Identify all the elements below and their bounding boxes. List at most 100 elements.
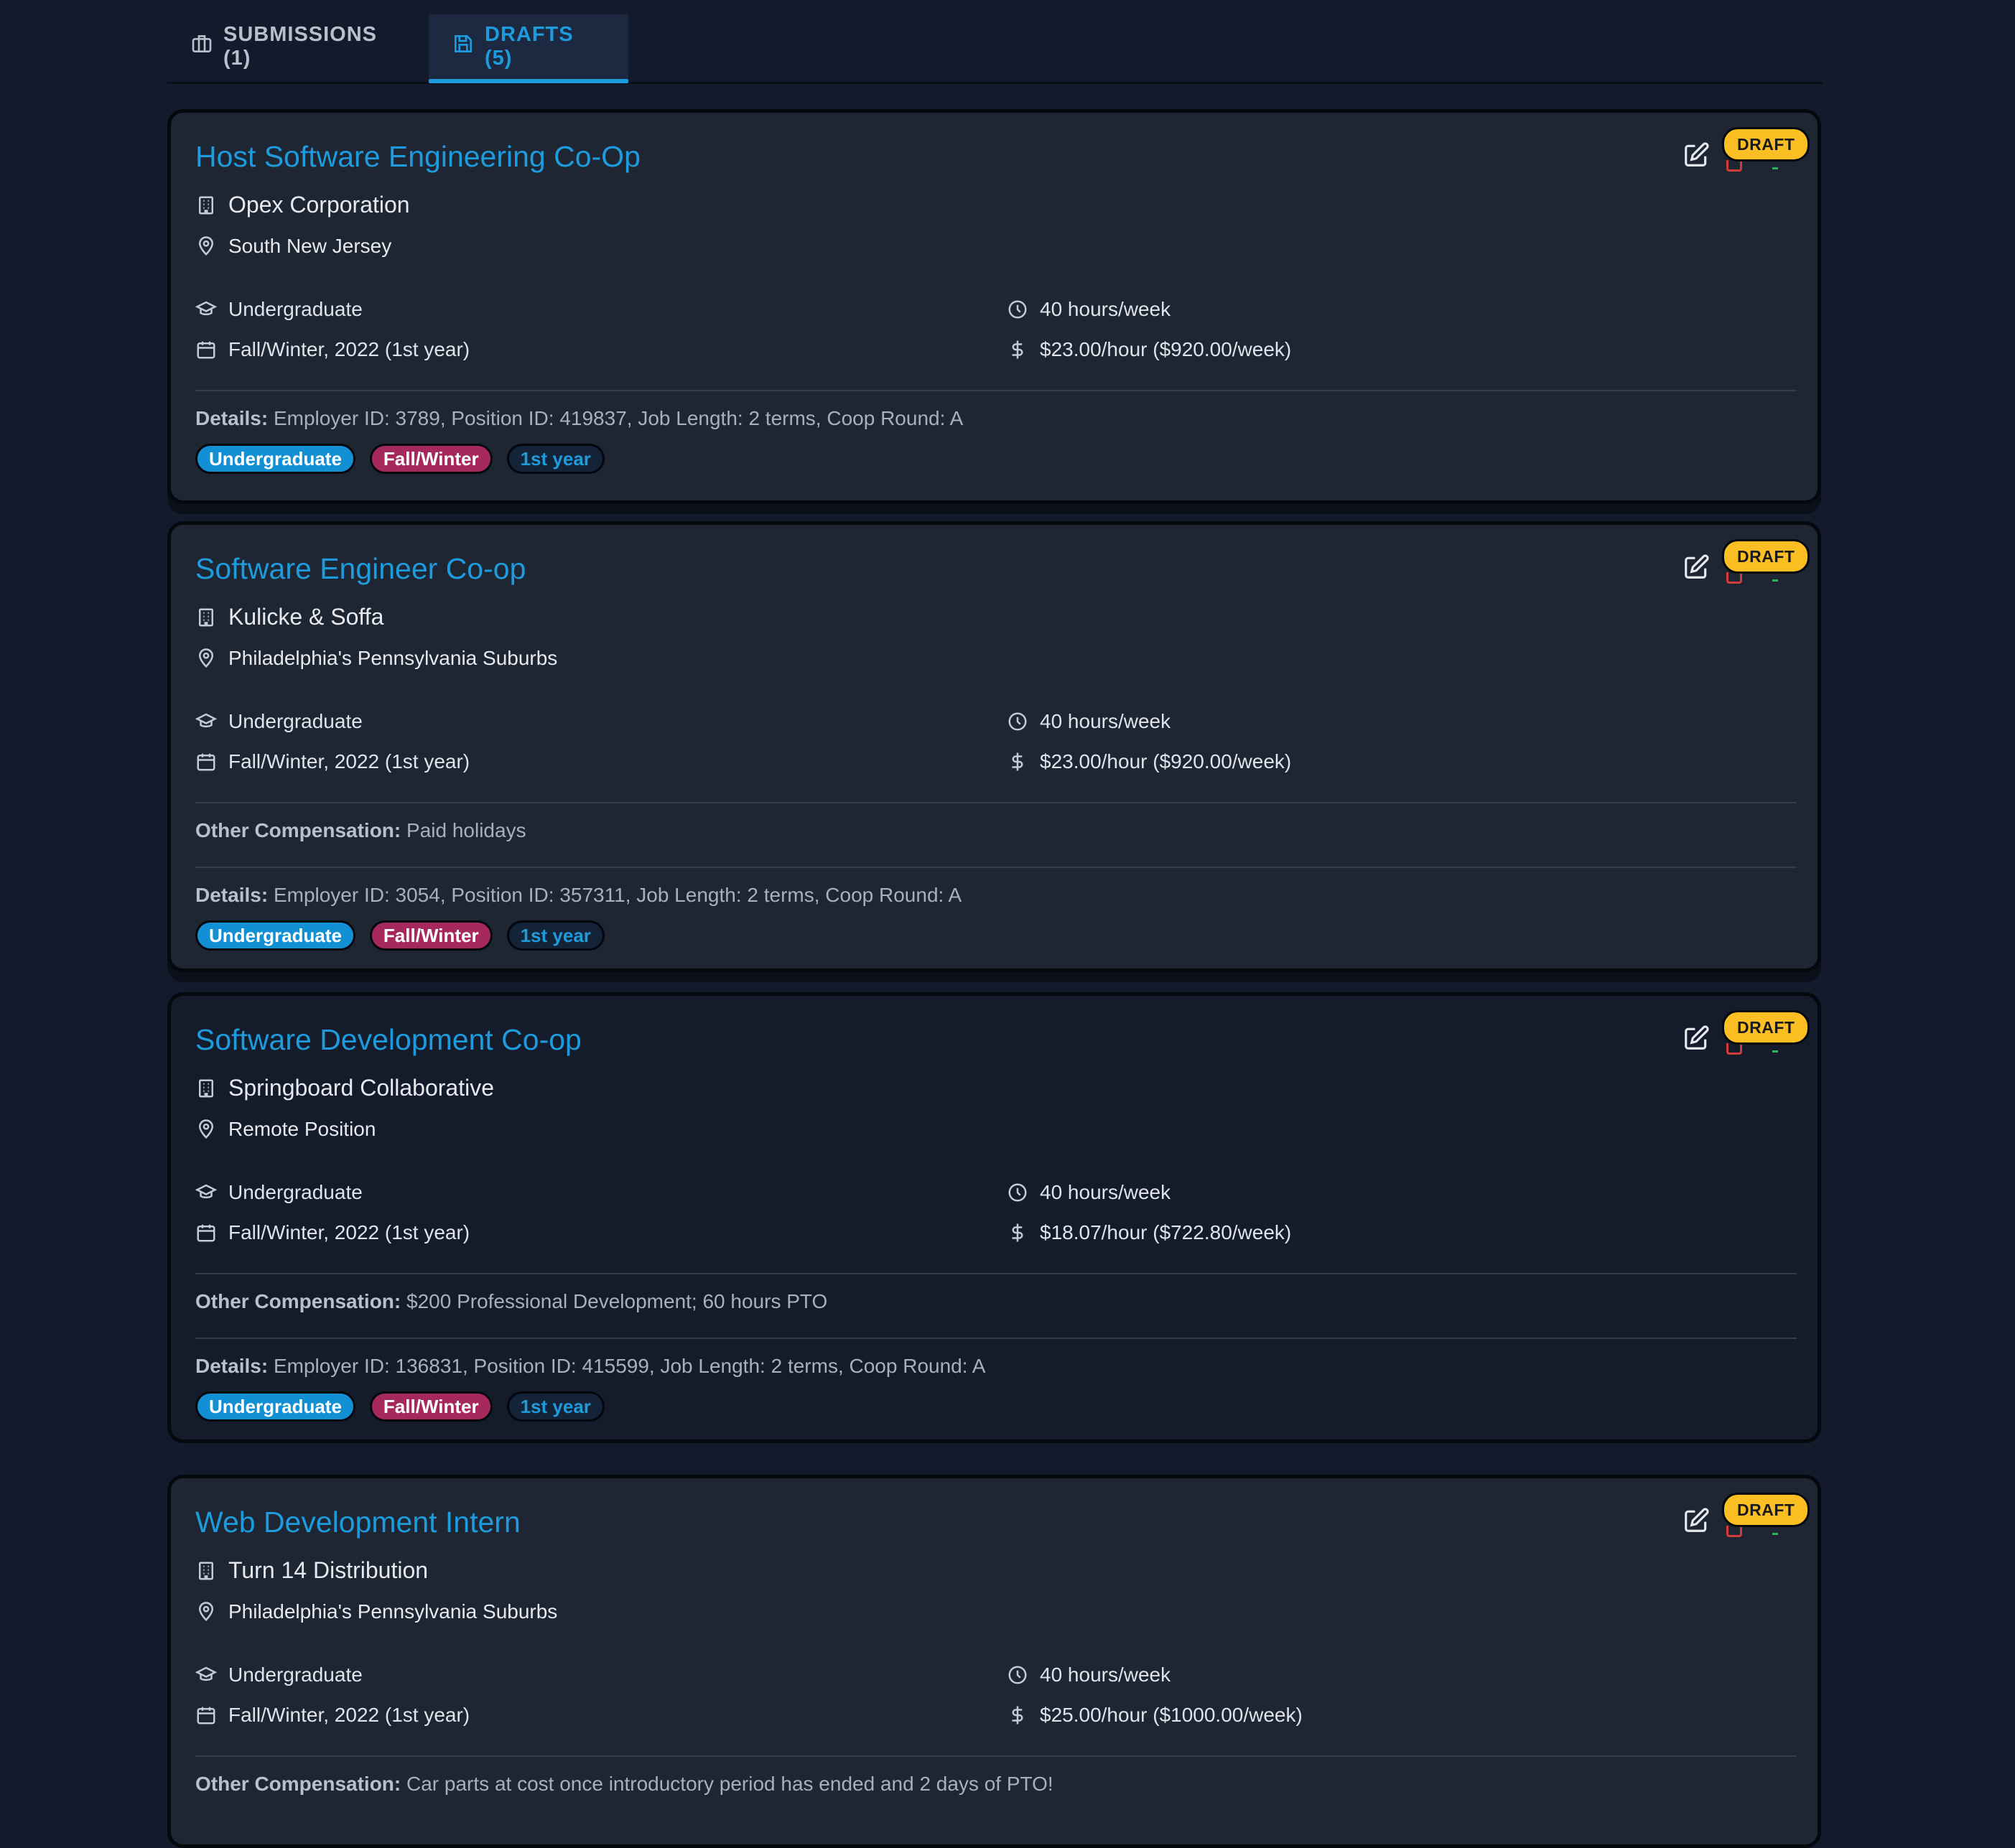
- hours-text: 40 hours/week: [1040, 298, 1171, 320]
- edit-icon[interactable]: [1683, 1025, 1710, 1052]
- tab-drafts-label: DRAFTS (5): [485, 23, 574, 70]
- other-value: $200 Professional Development; 60 hours …: [406, 1290, 828, 1312]
- tag-year: 1st year: [506, 920, 605, 951]
- level-row: Undergraduate: [195, 298, 363, 321]
- map-pin-icon: [198, 648, 214, 668]
- level-text: Undergraduate: [228, 710, 363, 732]
- divider: [195, 1338, 1797, 1339]
- check-icon[interactable]: [1772, 575, 1778, 582]
- other-label: Other Compensation:: [195, 1290, 401, 1312]
- job-title[interactable]: Web Development Intern: [195, 1506, 521, 1539]
- draft-badge: DRAFT: [1722, 127, 1810, 162]
- delete-icon[interactable]: [1726, 1526, 1742, 1537]
- divider: [195, 1755, 1797, 1757]
- hours-text: 40 hours/week: [1040, 710, 1171, 732]
- divider: [195, 390, 1797, 391]
- draft-card: Host Software Engineering Co-Op Opex Cor…: [167, 109, 1821, 504]
- map-pin-icon: [198, 1119, 214, 1139]
- term-row: Fall/Winter, 2022 (1st year): [195, 1704, 470, 1727]
- check-icon[interactable]: [1772, 1529, 1778, 1535]
- tab-submissions[interactable]: SUBMISSIONS (1): [167, 14, 427, 79]
- company-name: Opex Corporation: [228, 192, 410, 218]
- details-text: Details: Employer ID: 3054, Position ID:…: [195, 884, 962, 907]
- edit-icon[interactable]: [1683, 1507, 1710, 1534]
- pay-text: $25.00/hour ($1000.00/week): [1040, 1704, 1303, 1726]
- tab-submissions-label: SUBMISSIONS (1): [223, 23, 378, 70]
- hours-row: 40 hours/week: [1007, 298, 1171, 321]
- divider: [195, 802, 1797, 803]
- pay-row: $23.00/hour ($920.00/week): [1007, 338, 1291, 361]
- building-icon: [199, 1562, 213, 1579]
- hours-row: 40 hours/week: [1007, 1181, 1171, 1204]
- clock-icon: [1008, 712, 1027, 731]
- graduation-cap-icon: [195, 1666, 217, 1681]
- details-label: Details:: [195, 1355, 269, 1377]
- job-title[interactable]: Host Software Engineering Co-Op: [195, 140, 641, 174]
- details-value: Employer ID: 3054, Position ID: 357311, …: [273, 884, 962, 906]
- clock-icon: [1008, 1183, 1027, 1202]
- other-label: Other Compensation:: [195, 1773, 401, 1795]
- location-text: South New Jersey: [228, 235, 392, 257]
- map-pin-icon: [198, 1602, 214, 1622]
- level-row: Undergraduate: [195, 1663, 363, 1686]
- tag-list: Undergraduate Fall/Winter 1st year: [195, 920, 605, 951]
- level-text: Undergraduate: [228, 1181, 363, 1203]
- clock-icon: [1008, 300, 1027, 319]
- details-value: Employer ID: 3789, Position ID: 419837, …: [273, 407, 964, 429]
- tab-drafts[interactable]: DRAFTS (5): [429, 14, 628, 83]
- active-tab-indicator: [429, 79, 628, 83]
- details-text: Details: Employer ID: 3789, Position ID:…: [195, 407, 963, 430]
- other-compensation: Other Compensation: Paid holidays: [195, 819, 526, 842]
- pay-row: $18.07/hour ($722.80/week): [1007, 1221, 1291, 1244]
- map-pin-icon: [198, 236, 214, 256]
- check-icon[interactable]: [1772, 163, 1778, 169]
- job-title[interactable]: Software Engineer Co-op: [195, 552, 526, 586]
- tag-year: 1st year: [506, 444, 605, 474]
- tag-term: Fall/Winter: [369, 1391, 493, 1422]
- hours-row: 40 hours/week: [1007, 710, 1171, 733]
- tag-term: Fall/Winter: [369, 444, 493, 474]
- details-label: Details:: [195, 407, 269, 429]
- location-row: Philadelphia's Pennsylvania Suburbs: [195, 647, 557, 670]
- pay-row: $25.00/hour ($1000.00/week): [1007, 1704, 1303, 1727]
- location-text: Philadelphia's Pennsylvania Suburbs: [228, 647, 558, 669]
- term-text: Fall/Winter, 2022 (1st year): [228, 1221, 470, 1243]
- hours-text: 40 hours/week: [1040, 1663, 1171, 1686]
- graduation-cap-icon: [195, 301, 217, 316]
- other-value: Paid holidays: [406, 819, 526, 841]
- draft-badge: DRAFT: [1722, 539, 1810, 574]
- dollar-icon: [1012, 752, 1023, 771]
- tag-term: Fall/Winter: [369, 920, 493, 951]
- company-name: Kulicke & Soffa: [228, 604, 384, 630]
- term-row: Fall/Winter, 2022 (1st year): [195, 1221, 470, 1244]
- tab-bar: SUBMISSIONS (1) DRAFTS (5): [167, 0, 1823, 84]
- calendar-icon: [197, 341, 215, 359]
- draft-badge: DRAFT: [1722, 1010, 1810, 1045]
- draft-card: Web Development Intern Turn 14 Distribut…: [167, 1475, 1821, 1848]
- divider: [195, 1273, 1797, 1274]
- check-icon[interactable]: [1772, 1046, 1778, 1053]
- graduation-cap-icon: [195, 1184, 217, 1199]
- tag-level: Undergraduate: [195, 1391, 355, 1422]
- dollar-icon: [1012, 1706, 1023, 1725]
- tag-year: 1st year: [506, 1391, 605, 1422]
- details-text: Details: Employer ID: 136831, Position I…: [195, 1355, 985, 1378]
- edit-icon[interactable]: [1683, 141, 1710, 169]
- graduation-cap-icon: [195, 713, 217, 728]
- clock-icon: [1008, 1666, 1027, 1684]
- other-label: Other Compensation:: [195, 819, 401, 841]
- delete-icon[interactable]: [1726, 160, 1742, 172]
- calendar-icon: [197, 1707, 215, 1725]
- edit-icon[interactable]: [1683, 554, 1710, 581]
- tag-list: Undergraduate Fall/Winter 1st year: [195, 444, 605, 474]
- save-icon: [452, 32, 475, 61]
- tag-list: Undergraduate Fall/Winter 1st year: [195, 1391, 605, 1422]
- other-compensation: Other Compensation: Car parts at cost on…: [195, 1773, 1053, 1796]
- details-value: Employer ID: 136831, Position ID: 415599…: [273, 1355, 986, 1377]
- company-name: Springboard Collaborative: [228, 1075, 494, 1101]
- level-text: Undergraduate: [228, 1663, 363, 1686]
- delete-icon[interactable]: [1726, 572, 1742, 584]
- tag-level: Undergraduate: [195, 920, 355, 951]
- job-title[interactable]: Software Development Co-op: [195, 1023, 582, 1057]
- delete-icon[interactable]: [1726, 1043, 1742, 1055]
